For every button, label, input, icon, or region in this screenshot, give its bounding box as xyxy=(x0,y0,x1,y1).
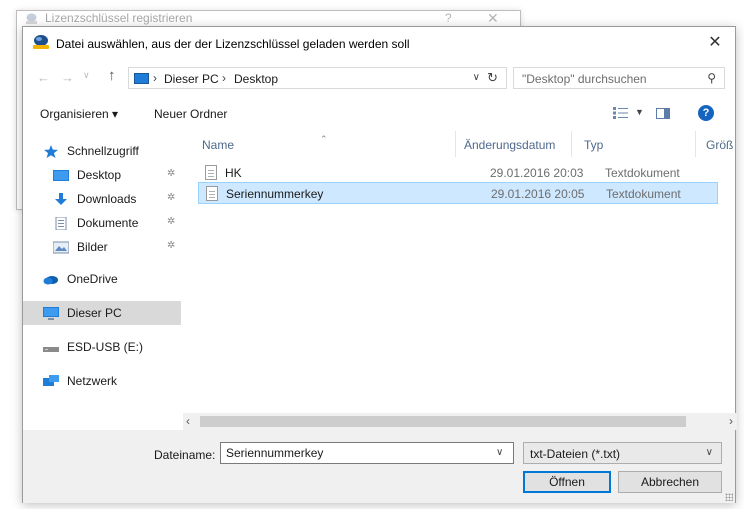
title-bar: Datei auswählen, aus der der Lizenzschlü… xyxy=(23,27,735,59)
address-bar[interactable]: › Dieser PC › Desktop ∨ ↻ xyxy=(128,67,507,89)
scroll-left-button[interactable]: ‹ xyxy=(186,414,190,428)
sidebar-item-label: OneDrive xyxy=(67,272,118,286)
file-date: 29.01.2016 20:03 xyxy=(490,166,584,180)
cancel-button[interactable]: Abbrechen xyxy=(618,471,722,493)
scrollbar-thumb[interactable] xyxy=(200,416,686,427)
sidebar-item-esd-usb[interactable]: ESD-USB (E:) xyxy=(23,335,181,359)
drive-icon xyxy=(43,347,59,352)
refresh-button[interactable]: ↻ xyxy=(487,70,498,86)
dialog-footer: Dateiname: ∨ txt-Dateien (*.txt) ∨ Öffne… xyxy=(23,430,735,503)
filetype-value: txt-Dateien (*.txt) xyxy=(530,447,621,461)
download-icon xyxy=(55,193,67,205)
sidebar-item-label: ESD-USB (E:) xyxy=(67,340,144,354)
sidebar-item-label: Downloads xyxy=(77,192,137,206)
computer-icon xyxy=(43,307,59,320)
sidebar-item-label: Dokumente xyxy=(77,216,139,230)
background-close-button[interactable]: ✕ xyxy=(487,10,499,27)
breadcrumb-chevron[interactable]: › xyxy=(222,71,226,85)
chevron-down-icon[interactable]: ∨ xyxy=(706,447,713,458)
horizontal-scrollbar[interactable]: ‹ › xyxy=(183,413,737,430)
sidebar-item-label: Schnellzugriff xyxy=(67,144,139,158)
file-date: 29.01.2016 20:05 xyxy=(491,187,585,201)
column-header-type[interactable]: Typ xyxy=(584,138,603,152)
view-options-icon[interactable] xyxy=(613,107,629,119)
column-header-date[interactable]: Änderungsdatum xyxy=(464,138,555,152)
preview-pane-icon[interactable] xyxy=(656,108,670,119)
file-row-seriennummerkey[interactable]: Seriennummerkey 29.01.2016 20:05 Textdok… xyxy=(198,182,718,204)
sidebar-item-label: Desktop xyxy=(77,168,122,182)
dialog-title: Datei auswählen, aus der der Lizenzschlü… xyxy=(56,37,410,51)
app-icon xyxy=(33,35,49,49)
filename-label: Dateiname: xyxy=(154,448,216,462)
pin-icon[interactable]: ✲ xyxy=(167,216,175,227)
organize-button[interactable]: Organisieren ▾ xyxy=(40,107,118,121)
search-input[interactable]: "Desktop" durchsuchen ⚲ xyxy=(513,67,725,89)
search-icon[interactable]: ⚲ xyxy=(707,71,716,85)
file-name: HK xyxy=(225,166,242,180)
pictures-icon xyxy=(53,241,69,254)
documents-icon xyxy=(55,217,67,230)
up-button[interactable]: ↑ xyxy=(108,67,116,84)
back-button[interactable]: ← xyxy=(37,70,50,85)
sidebar-item-onedrive[interactable]: OneDrive xyxy=(23,267,181,291)
sidebar-item-dieser-pc[interactable]: Dieser PC xyxy=(23,301,181,325)
app-icon xyxy=(26,13,37,24)
view-dropdown-button[interactable]: ▼ xyxy=(635,107,644,117)
forward-button[interactable]: → xyxy=(61,70,74,85)
sort-ascending-icon: ⌃ xyxy=(320,134,328,144)
sidebar-item-netzwerk[interactable]: Netzwerk xyxy=(23,369,181,393)
close-button[interactable]: ✕ xyxy=(703,32,727,54)
sidebar-item-desktop[interactable]: Desktop ✲ xyxy=(23,163,181,187)
file-name: Seriennummerkey xyxy=(226,187,324,201)
filename-input[interactable] xyxy=(220,442,514,464)
network-icon xyxy=(43,375,59,386)
breadcrumb-desktop[interactable]: Desktop xyxy=(234,72,278,86)
file-type: Textdokument xyxy=(605,166,680,180)
file-type: Textdokument xyxy=(606,187,681,201)
star-icon xyxy=(44,145,58,158)
text-file-icon xyxy=(205,165,217,180)
desktop-folder-icon xyxy=(53,170,69,181)
recent-locations-button[interactable]: ∨ xyxy=(83,70,90,81)
column-header-name[interactable]: Name xyxy=(202,138,234,152)
scroll-right-button[interactable]: › xyxy=(729,414,733,428)
pin-icon[interactable]: ✲ xyxy=(167,192,175,203)
column-divider[interactable] xyxy=(571,131,572,157)
help-icon[interactable]: ? xyxy=(698,105,714,121)
background-help-button[interactable]: ? xyxy=(445,11,452,25)
sidebar-item-dokumente[interactable]: Dokumente ✲ xyxy=(23,211,181,235)
file-row-hk[interactable]: HK 29.01.2016 20:03 Textdokument xyxy=(198,162,718,184)
text-file-icon xyxy=(206,186,218,201)
breadcrumb-dieser-pc[interactable]: Dieser PC xyxy=(164,72,219,86)
new-folder-button[interactable]: Neuer Ordner xyxy=(154,107,227,121)
sidebar-item-downloads[interactable]: Downloads ✲ xyxy=(23,187,181,211)
address-dropdown-button[interactable]: ∨ xyxy=(473,72,480,83)
resize-grip-icon[interactable] xyxy=(725,493,733,501)
sidebar-item-label: Bilder xyxy=(77,240,108,254)
breadcrumb-chevron[interactable]: › xyxy=(153,71,157,85)
filetype-select[interactable]: txt-Dateien (*.txt) ∨ xyxy=(523,442,722,464)
file-open-dialog: Datei auswählen, aus der der Lizenzschlü… xyxy=(22,26,737,503)
column-header-size[interactable]: Größ xyxy=(706,138,733,152)
filename-dropdown-button[interactable]: ∨ xyxy=(496,447,503,458)
pin-icon[interactable]: ✲ xyxy=(167,240,175,251)
background-dialog-title: Lizenzschlüssel registrieren xyxy=(45,11,193,25)
cloud-icon xyxy=(43,276,58,285)
navigation-pane: Schnellzugriff Desktop ✲ Downloads ✲ Dok… xyxy=(23,131,181,413)
computer-icon xyxy=(134,73,149,84)
open-button[interactable]: Öffnen xyxy=(523,471,611,493)
sidebar-item-label: Netzwerk xyxy=(67,374,118,388)
column-divider[interactable] xyxy=(695,131,696,157)
pin-icon[interactable]: ✲ xyxy=(167,168,175,179)
column-divider[interactable] xyxy=(455,131,456,157)
sidebar-item-label: Dieser PC xyxy=(67,306,122,320)
search-placeholder: "Desktop" durchsuchen xyxy=(522,72,647,86)
sidebar-item-schnellzugriff[interactable]: Schnellzugriff xyxy=(23,139,181,163)
sidebar-item-bilder[interactable]: Bilder ✲ xyxy=(23,235,181,259)
